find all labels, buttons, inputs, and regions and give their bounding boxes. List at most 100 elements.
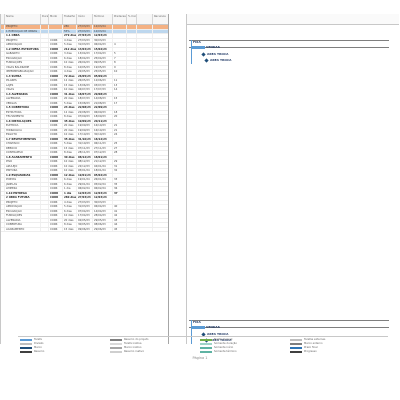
table-cell-mode: CORR (49, 227, 63, 231)
table-cell-work: 5 dias (63, 205, 77, 209)
table-cell-fin: 18/01/24 (93, 155, 113, 159)
table-cell-name: PISO (5, 160, 41, 164)
table-cell-name: VERGAS (5, 101, 41, 105)
table-cell (137, 119, 153, 123)
table-cell (137, 227, 153, 231)
table-cell-work: 12 dias (63, 79, 77, 83)
table-cell-start: 19/09/23 (77, 128, 93, 132)
table-cell (127, 34, 137, 38)
legend-label: Resumo inativo (124, 350, 145, 353)
table-cell-pred: 31 (113, 164, 127, 168)
table-cell-mode: CORR (49, 124, 63, 128)
table-cell-work: 4 dias (63, 200, 77, 204)
table-cell (127, 187, 137, 191)
legend-swatch (110, 342, 122, 345)
table-cell (127, 47, 137, 51)
table-cell (137, 128, 153, 132)
gantt-label: AREA TROCA (207, 52, 229, 56)
legend-label: Somente duração (214, 342, 237, 345)
table-cell-name: PORTAS (5, 178, 41, 182)
dependency-line (191, 40, 192, 64)
table-cell (153, 92, 169, 96)
table-gantt-divider[interactable] (168, 14, 169, 344)
milestone-marker[interactable] (201, 52, 206, 57)
col-header-percent[interactable]: % Conc. (127, 14, 137, 24)
col-header-extra[interactable] (137, 14, 153, 24)
legend-label: Resumo (34, 350, 45, 353)
task-bar[interactable] (191, 326, 205, 329)
table-row[interactable]: ACABAMENTO CORR 15 dias 09/06/23 29/06/23 45 (1, 227, 169, 232)
table-cell-work: 6 dias (63, 182, 77, 186)
table-cell-work: 10 dias (63, 160, 77, 164)
table-cell (153, 160, 169, 164)
table-cell-name: 1.3 SUPRA (5, 74, 41, 78)
table-cell-work: 15 dias (63, 146, 77, 150)
table-cell-dur (41, 70, 49, 74)
table-cell-pred: 45 (113, 227, 127, 231)
table-cell-fin: 14/08/23 (93, 97, 113, 101)
col-header-resources[interactable]: Recursos (153, 14, 169, 24)
col-header-predecessors[interactable]: Predecessoras (113, 14, 127, 24)
table-cell-work: 1 dia (63, 187, 77, 191)
table-cell-pred: 28 (113, 151, 127, 155)
table-cell-fin: 12/06/23 (93, 79, 113, 83)
table-cell-work: 3 dias (63, 52, 77, 56)
table-cell-work: 6 dias (63, 209, 77, 213)
table-cell-pred: 32 (113, 169, 127, 173)
milestone-marker[interactable] (204, 58, 209, 63)
gantt-chart: FIXA VENDAS AREA TROCA AREA TROCA FIXA V… (187, 14, 399, 344)
table-cell-work: 212 dias (64, 47, 77, 51)
table-cell (153, 115, 169, 119)
legend-item: Tarefa (20, 338, 42, 341)
table-cell-pred: 44 (113, 223, 127, 227)
table-cell-start: 08/12/23 (77, 155, 93, 159)
col-header-name[interactable]: Nome (5, 14, 41, 24)
col-header-work[interactable]: Trabalho (63, 14, 77, 24)
table-cell-fin: 06/09/23 (93, 110, 113, 114)
table-cell-dur (41, 205, 49, 209)
table-cell-dur (41, 223, 49, 227)
table-cell-dur (41, 146, 49, 150)
table-cell-start: 30/05/23 (77, 223, 93, 227)
table-cell (127, 169, 137, 173)
table-cell-dur (41, 173, 49, 177)
col-header-start[interactable]: Início (77, 14, 93, 24)
table-cell-fin: 18/09/23 (93, 115, 113, 119)
table-cell-pred: 25 (113, 142, 127, 146)
table-cell-start: 27/03/23 (77, 34, 93, 38)
table-cell (153, 169, 169, 173)
table-cell-start: 29/01/24 (77, 182, 93, 186)
table-cell-fin: 08/06/23 (93, 223, 113, 227)
table-cell (127, 173, 137, 177)
table-cell (153, 70, 169, 74)
table-cell (137, 97, 153, 101)
table-cell-start: 27/03/23 (77, 25, 93, 29)
table-cell (137, 47, 153, 51)
table-cell-start: 31/03/23 (77, 43, 93, 47)
table-cell-start: 31/10/23 (77, 142, 93, 146)
legend-item: Divisão (20, 342, 44, 345)
legend-label: Marco externo (304, 342, 323, 345)
table-cell (137, 70, 153, 74)
table-cell (127, 70, 137, 74)
col-header-finish[interactable]: Término (93, 14, 113, 24)
legend-swatch (290, 342, 302, 345)
col-header-duration[interactable]: Duração (41, 14, 49, 24)
table-cell-work: 10 dias (63, 169, 77, 173)
table-cell-mode: CORR (49, 151, 63, 155)
table-cell-fin: 19/05/23 (93, 65, 113, 69)
table-cell (153, 119, 169, 123)
col-header-mode[interactable]: Modo (49, 14, 63, 24)
table-cell-mode: CORR (49, 106, 63, 110)
table-cell (137, 169, 153, 173)
table-cell-mode: CORR (49, 52, 63, 56)
table-cell-work: 5 dias (63, 142, 77, 146)
table-cell-pred: 11 (113, 79, 127, 83)
table-cell-mode: CORR (49, 115, 63, 119)
table-cell (127, 137, 137, 141)
table-cell-pred: 27 (113, 146, 127, 150)
table-cell (127, 178, 137, 182)
table-cell (153, 25, 169, 29)
table-cell-fin: 12/03/24 (93, 191, 113, 195)
task-bar[interactable] (191, 46, 205, 49)
